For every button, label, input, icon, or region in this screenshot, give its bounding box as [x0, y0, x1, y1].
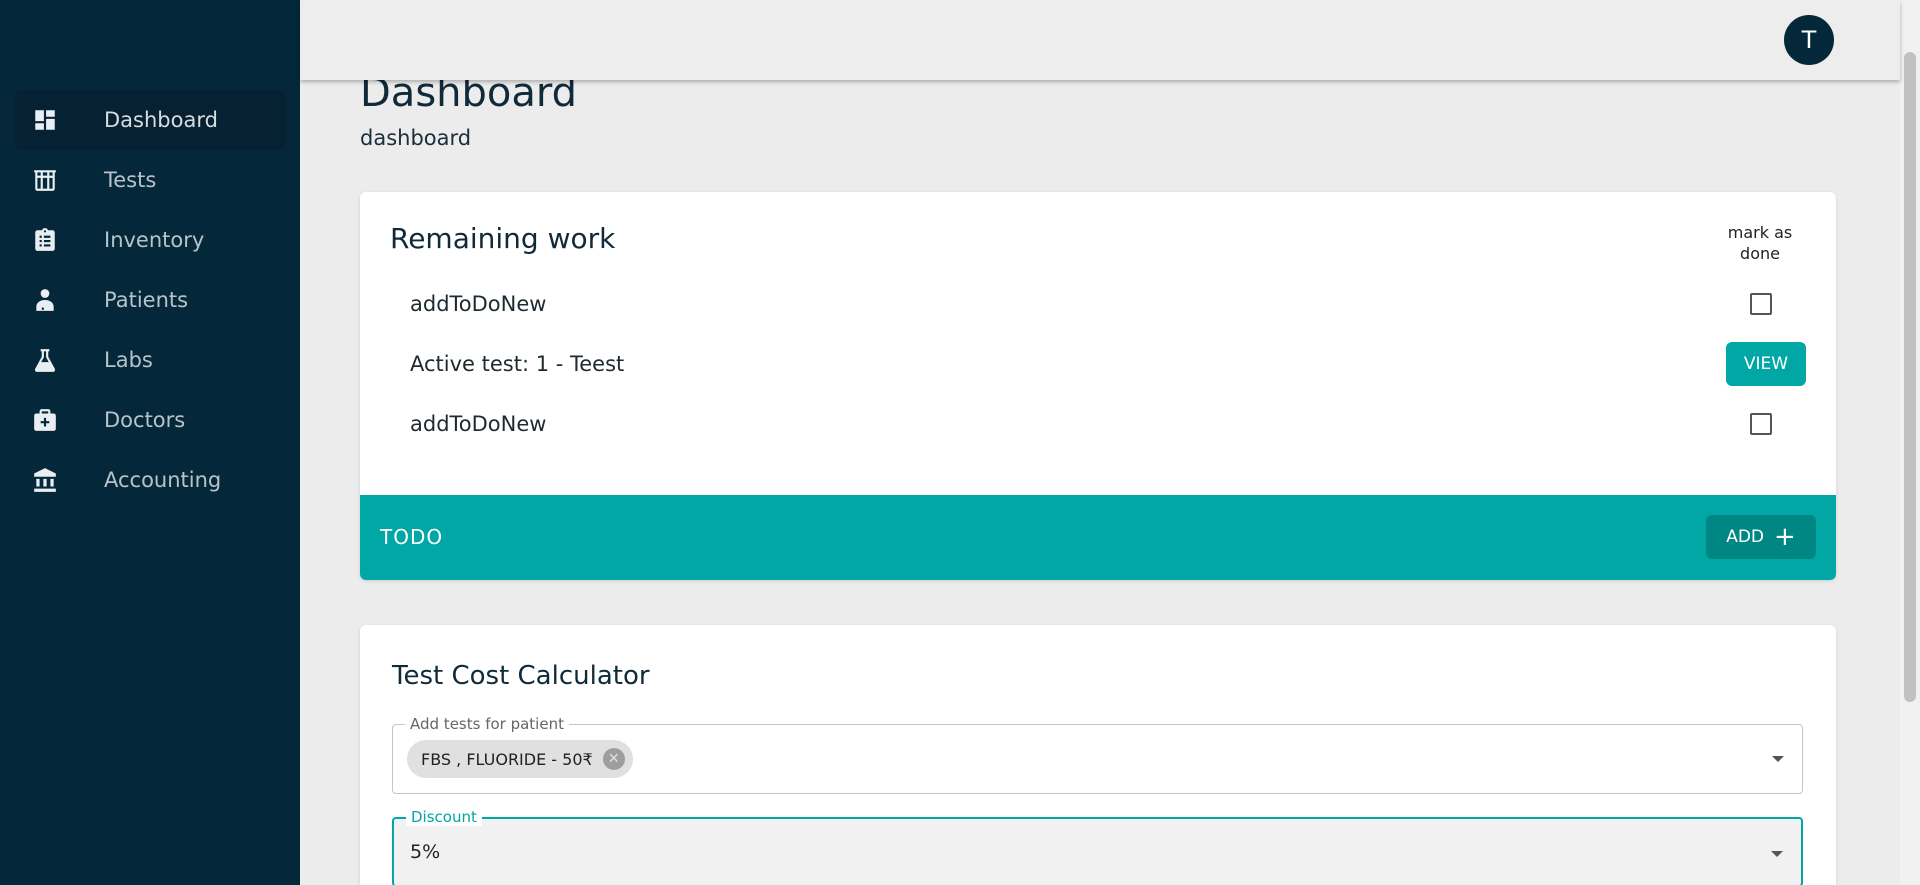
sidebar-item-doctors[interactable]: Doctors: [14, 390, 286, 450]
bank-icon: [14, 450, 74, 510]
discount-label: Discount: [406, 808, 482, 826]
todo-label: TODO: [380, 525, 444, 549]
sidebar-item-inventory[interactable]: Inventory: [14, 210, 286, 270]
flask-icon: [14, 330, 74, 390]
sidebar-item-accounting[interactable]: Accounting: [14, 450, 286, 510]
list-item: Active test: 1 - Teest VIEW: [410, 342, 1806, 386]
sidebar-item-labs[interactable]: Labs: [14, 330, 286, 390]
test-cost-calculator-card: Test Cost Calculator Add tests for patie…: [360, 625, 1836, 885]
scrollbar-thumb[interactable]: [1904, 52, 1916, 702]
add-button-label: ADD: [1726, 527, 1764, 547]
todo-bar: TODO ADD +: [360, 495, 1836, 580]
discount-select[interactable]: Discount 5%: [392, 808, 1803, 885]
plus-icon: +: [1774, 522, 1796, 552]
chevron-down-icon[interactable]: [1772, 756, 1784, 762]
remaining-work-card: Remaining work mark as done addToDoNew A…: [360, 192, 1836, 580]
mark-done-checkbox[interactable]: [1750, 413, 1772, 435]
top-bar: T: [300, 0, 1900, 80]
chip-label: FBS , FLUORIDE - 50₹: [421, 749, 593, 769]
discount-value: 5%: [410, 841, 441, 863]
dashboard-icon: [14, 90, 74, 150]
sidebar-nav: Dashboard Tests Inventory Patients Labs: [14, 90, 286, 510]
list-item: addToDoNew: [410, 282, 1806, 326]
tests-select-label: Add tests for patient: [405, 715, 569, 733]
sidebar-item-label: Doctors: [104, 408, 186, 432]
breadcrumb: dashboard: [360, 126, 472, 150]
patient-icon: [14, 270, 74, 330]
sidebar-item-tests[interactable]: Tests: [14, 150, 286, 210]
sidebar-item-label: Dashboard: [104, 108, 218, 132]
tests-select[interactable]: Add tests for patient FBS , FLUORIDE - 5…: [392, 715, 1803, 794]
avatar[interactable]: T: [1784, 15, 1834, 65]
scrollbar[interactable]: [1900, 0, 1920, 885]
sidebar-item-label: Accounting: [104, 468, 222, 492]
todo-text: addToDoNew: [410, 412, 547, 436]
medical-bag-icon: [14, 390, 74, 450]
active-test-text: Active test: 1 - Teest: [410, 352, 625, 376]
list-item: addToDoNew: [410, 402, 1806, 446]
calculator-title: Test Cost Calculator: [392, 661, 650, 691]
test-tubes-icon: [14, 150, 74, 210]
todo-text: addToDoNew: [410, 292, 547, 316]
sidebar-item-patients[interactable]: Patients: [14, 270, 286, 330]
sidebar-item-label: Tests: [104, 168, 157, 192]
sidebar-item-label: Patients: [104, 288, 189, 312]
add-todo-button[interactable]: ADD +: [1706, 515, 1816, 559]
view-button[interactable]: VIEW: [1726, 342, 1806, 386]
chevron-down-icon[interactable]: [1771, 851, 1783, 857]
clipboard-icon: [14, 210, 74, 270]
sidebar-item-label: Inventory: [104, 228, 205, 252]
sidebar-item-label: Labs: [104, 348, 153, 372]
sidebar-item-dashboard[interactable]: Dashboard: [14, 90, 286, 150]
selected-test-chip: FBS , FLUORIDE - 50₹ ✕: [407, 740, 633, 778]
sidebar: Dashboard Tests Inventory Patients Labs: [0, 0, 300, 885]
remaining-work-title: Remaining work: [390, 222, 616, 255]
mark-done-checkbox[interactable]: [1750, 293, 1772, 315]
mark-as-done-header: mark as done: [1727, 223, 1793, 263]
remove-chip-icon[interactable]: ✕: [602, 748, 625, 770]
